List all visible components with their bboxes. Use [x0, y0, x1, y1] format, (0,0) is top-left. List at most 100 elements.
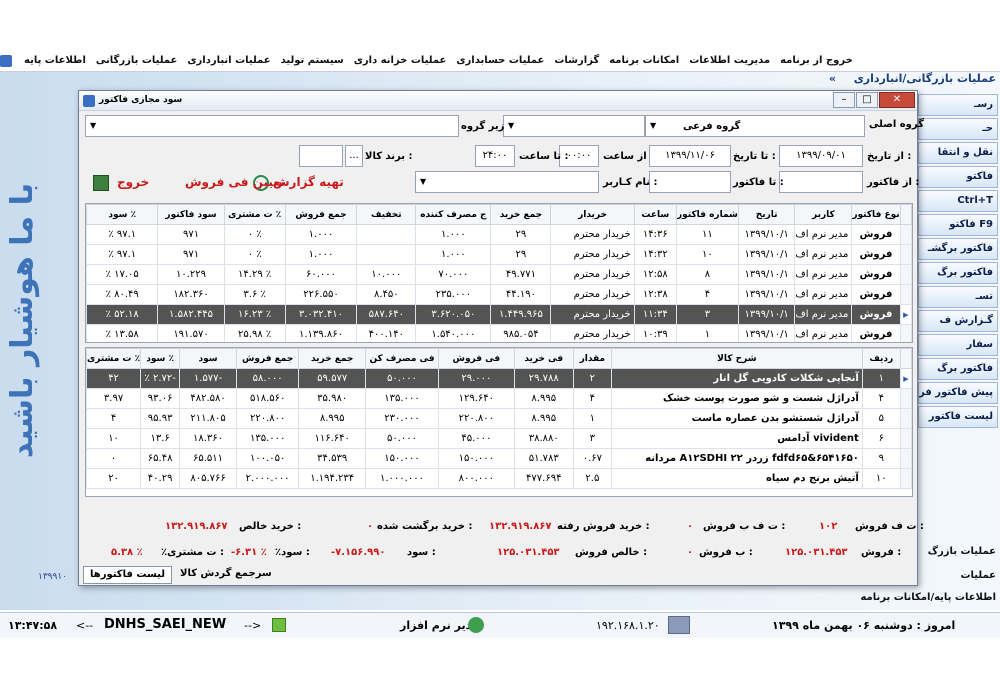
item-row[interactable]: ۶ vivident آدامس ۳ ۳۸.۸۸۰ ۴۵.۰۰۰ ۵۰.۰۰۰ ۱۱۶.۶۴… — [86, 428, 912, 449]
bottom-link-base-info[interactable]: اطلاعات پایه/امکانات برنامه — [860, 592, 996, 603]
col-items-profit-pct[interactable]: ٪ سود — [140, 348, 181, 369]
bottom-link-operations[interactable]: عملیات — [960, 570, 996, 581]
row-indicator[interactable] — [899, 224, 912, 245]
sidebar-button-11[interactable]: سفار — [918, 334, 998, 356]
col-row-no[interactable]: ردیف — [861, 348, 901, 369]
item-row[interactable]: ▶ ۱ آنجاپی شکلات کادویی گل انار ۲ ۲۹.۷۸۸ ۲۹.۰… — [86, 368, 912, 389]
tab-goods-turnover[interactable]: سرجمع گردش کالا — [174, 566, 278, 584]
menu-item-accounting[interactable]: عملیات حسابداری — [454, 55, 546, 66]
brand-input[interactable] — [299, 145, 343, 167]
sidebar-button-2[interactable]: حـ — [918, 118, 998, 140]
set-sale-price-button[interactable]: تعیین فی فروش — [185, 175, 285, 189]
col-items-total-purchase[interactable]: جمع خرید — [298, 348, 367, 369]
col-total-purchase[interactable]: جمع خرید — [490, 204, 552, 225]
row-indicator[interactable] — [899, 388, 912, 409]
col-total-sales[interactable]: جمع فروش — [284, 204, 358, 225]
sidebar-button-12[interactable]: فاکتور برگ — [918, 358, 998, 380]
menu-item-tools[interactable]: امکانات برنامه — [607, 55, 681, 66]
item-row[interactable]: ۵ آدراژل شستشو بدن عصاره ماست ۱ ۸.۹۹۵ ۲۲۰.۸۰… — [86, 408, 912, 429]
to-time-input[interactable]: ۲۴:۰۰ — [475, 145, 515, 167]
menu-item-treasury[interactable]: عملیات خزانه داری — [352, 55, 449, 66]
col-quantity[interactable]: مقدار — [572, 348, 612, 369]
col-discount[interactable]: تخفیف — [356, 204, 417, 225]
sidebar-collapse-icon[interactable]: « — [829, 72, 836, 85]
sidebar-button-7[interactable]: فاکتور برگشـ — [918, 238, 998, 260]
menu-item-reports[interactable]: گزارشات — [552, 55, 601, 66]
username-select[interactable]: ▼ — [415, 171, 599, 193]
col-unit-purchase[interactable]: فی خرید — [513, 348, 574, 369]
sub-group-select[interactable]: ▼ — [503, 115, 645, 137]
invoice-row[interactable]: فروش مدیر نرم اف ۱۳۹۹/۱۰/۱ ۸ ۱۲:۵۸ خریدار محت… — [86, 264, 912, 285]
sidebar-button-6[interactable]: F9 فاکتو — [918, 214, 998, 236]
col-items-customer-pct[interactable]: ٪ ت مشتری — [86, 348, 142, 369]
col-unit-consumer[interactable]: فی مصرف کن — [365, 348, 439, 369]
col-invoice-profit[interactable]: سود فاکتور — [157, 204, 225, 225]
to-date-input[interactable]: ۱۳۹۹/۱۱/۰۶ — [649, 145, 731, 167]
exit-button[interactable]: خروج — [117, 175, 149, 189]
menu-item-base-info[interactable]: اطلاعات پایه — [22, 55, 88, 66]
col-invoice-number[interactable]: شماره فاکتور — [675, 204, 739, 225]
col-user[interactable]: کاربر — [794, 204, 853, 225]
sidebar-button-3[interactable]: نقل و انتقا — [918, 142, 998, 164]
col-buyer[interactable]: خریدار — [550, 204, 635, 225]
from-date-input[interactable]: ۱۳۹۹/۰۹/۰۱ — [779, 145, 863, 167]
sidebar-button-1[interactable]: رسـ — [918, 94, 998, 116]
col-customer-discount-pct[interactable]: ٪ ت مشتری — [223, 204, 286, 225]
row-indicator[interactable] — [899, 468, 912, 489]
row-indicator[interactable]: ▶ — [899, 368, 912, 389]
invoice-cell-consumer-total: ۱.۰۰۰ — [415, 244, 492, 265]
invoice-row[interactable]: فروش مدیر نرم اف ۱۳۹۹/۱۰/۱ ۱۱ ۱۴:۳۶ خریدار مح… — [86, 224, 912, 245]
col-items-total-sales[interactable]: جمع فروش — [235, 348, 300, 369]
item-cell-row-no: ۱۰ — [861, 468, 901, 489]
col-date[interactable]: تاریخ — [737, 204, 796, 225]
col-invoice-type[interactable]: نوع فاکتور — [851, 204, 901, 225]
maximize-button[interactable]: □ — [856, 92, 878, 108]
menu-item-warehouse[interactable]: عملیات انبارداری — [185, 55, 272, 66]
col-items-profit[interactable]: سود — [179, 348, 237, 369]
sidebar-button-13[interactable]: پیش فاکتور فرو — [918, 382, 998, 404]
item-cell-total-purchase: ۸.۹۹۵ — [298, 408, 367, 429]
menu-item-commerce[interactable]: عملیات بازرگانی — [94, 55, 179, 66]
sidebar-button-9[interactable]: تسـ — [918, 286, 998, 308]
b-sales-label: ب فروش : — [699, 547, 753, 558]
sidebar-button-8[interactable]: فاکتور برگ — [918, 262, 998, 284]
to-invoice-input[interactable] — [649, 171, 731, 193]
bottom-link-commerce[interactable]: عملیات بازرگ — [928, 546, 996, 557]
row-indicator[interactable] — [899, 264, 912, 285]
item-cell-profit-pct: ۴۰.۲۹ — [140, 468, 181, 489]
menu-item-exit[interactable]: خروج از برنامه — [778, 55, 855, 66]
subgroup-select[interactable]: ▼ — [85, 115, 459, 137]
invoice-cell-discount: ۴۰۰.۱۴۰ — [356, 324, 417, 342]
col-profit-pct[interactable]: ٪ سود — [86, 204, 159, 225]
sidebar-button-14[interactable]: لیست فاکتور — [918, 406, 998, 428]
sidebar-button-10[interactable]: گـزارش ف — [918, 310, 998, 332]
menu-item-production[interactable]: سیستم تولید — [279, 55, 346, 66]
item-cell-total-sales: ۲.۰۰۰.۰۰۰ — [235, 468, 300, 489]
col-item-description[interactable]: شرح کالا — [610, 348, 863, 369]
col-time[interactable]: ساعت — [633, 204, 677, 225]
row-indicator[interactable] — [899, 284, 912, 305]
row-indicator[interactable] — [899, 324, 912, 342]
col-consumer-total[interactable]: ج مصرف کننده — [415, 204, 492, 225]
from-invoice-input[interactable] — [779, 171, 863, 193]
tab-invoices[interactable]: لیست فاکتورها — [83, 566, 172, 584]
row-indicator[interactable]: ▶ — [899, 304, 912, 325]
row-indicator[interactable] — [899, 448, 912, 469]
row-indicator[interactable] — [899, 428, 912, 449]
col-unit-sale[interactable]: فی فروش — [437, 348, 515, 369]
sidebar-button-4[interactable]: فاکتو — [918, 166, 998, 188]
menu-item-data-management[interactable]: مدیریت اطلاعات — [687, 55, 772, 66]
sidebar-button-5[interactable]: Ctrl+T — [918, 190, 998, 212]
item-row[interactable]: ۱۰ آتیش برنج دم سیاه ۲.۵ ۴۷۷.۶۹۴ ۸۰۰.۰۰۰ ۱.۰۰… — [86, 468, 912, 489]
minimize-button[interactable]: – — [833, 92, 855, 108]
invoice-row[interactable]: ▶ فروش مدیر نرم اف ۱۳۹۹/۱۰/۱ ۳ ۱۱:۳۴ خریدار مح… — [86, 304, 912, 325]
item-row[interactable]: ۴ آدراژل شست و شو صورت پوست خشک ۴ ۸.۹۹۵ ۱۲۹.… — [86, 388, 912, 409]
row-indicator[interactable] — [899, 244, 912, 265]
invoice-row[interactable]: فروش مدیر نرم اف ۱۳۹۹/۱۰/۱ ۱۰ ۱۴:۳۲ خریدار مح… — [86, 244, 912, 265]
invoice-row[interactable]: فروش مدیر نرم اف ۱۳۹۹/۱۰/۱ ۴ ۱۲:۳۸ خریدار محت… — [86, 284, 912, 305]
row-indicator[interactable] — [899, 408, 912, 429]
brand-browse-button[interactable]: ... — [345, 145, 363, 167]
invoice-row[interactable]: فروش مدیر نرم اف ۱۳۹۹/۱۰/۱ ۱ ۱۰:۳۹ خریدار محت… — [86, 324, 912, 342]
close-button[interactable]: ✕ — [879, 92, 915, 108]
item-row[interactable]: ۹ fdfd۶۵&۶۵۴۱۶۵۰ زردر ۲۲ A۱۲SDHI مردانه ۰.… — [86, 448, 912, 469]
